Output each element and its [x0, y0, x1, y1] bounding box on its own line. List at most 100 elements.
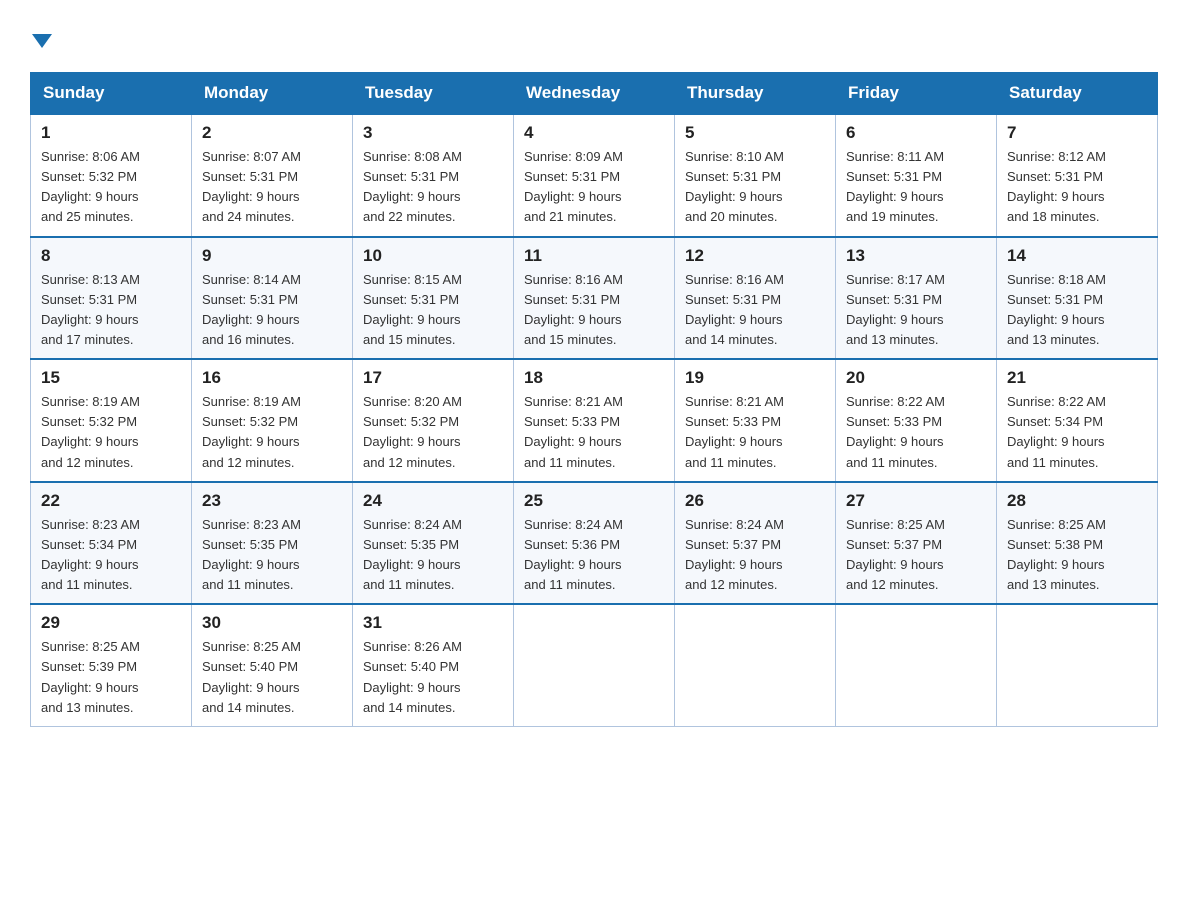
day-info: Sunrise: 8:25 AMSunset: 5:38 PMDaylight:…	[1007, 515, 1147, 596]
calendar-cell: 4 Sunrise: 8:09 AMSunset: 5:31 PMDaylight…	[514, 114, 675, 237]
day-info: Sunrise: 8:22 AMSunset: 5:33 PMDaylight:…	[846, 392, 986, 473]
day-info: Sunrise: 8:21 AMSunset: 5:33 PMDaylight:…	[685, 392, 825, 473]
day-info: Sunrise: 8:09 AMSunset: 5:31 PMDaylight:…	[524, 147, 664, 228]
day-number: 22	[41, 491, 181, 511]
day-number: 20	[846, 368, 986, 388]
day-number: 12	[685, 246, 825, 266]
calendar-cell: 17Sunrise: 8:20 AMSunset: 5:32 PMDayligh…	[353, 359, 514, 482]
calendar-cell: 6 Sunrise: 8:11 AMSunset: 5:31 PMDaylight…	[836, 114, 997, 237]
col-monday: Monday	[192, 73, 353, 115]
day-info: Sunrise: 8:22 AMSunset: 5:34 PMDaylight:…	[1007, 392, 1147, 473]
day-number: 4	[524, 123, 664, 143]
day-info: Sunrise: 8:11 AMSunset: 5:31 PMDaylight:…	[846, 147, 986, 228]
calendar-cell: 28 Sunrise: 8:25 AMSunset: 5:38 PMDayligh…	[997, 482, 1158, 605]
calendar-week-row-3: 15 Sunrise: 8:19 AMSunset: 5:32 PMDayligh…	[31, 359, 1158, 482]
day-info: Sunrise: 8:16 AMSunset: 5:31 PMDaylight:…	[524, 270, 664, 351]
day-info: Sunrise: 8:23 AMSunset: 5:35 PMDaylight:…	[202, 515, 342, 596]
logo-triangle-icon	[32, 34, 52, 48]
calendar-header-row: Sunday Monday Tuesday Wednesday Thursday…	[31, 73, 1158, 115]
calendar-week-row-5: 29Sunrise: 8:25 AMSunset: 5:39 PMDayligh…	[31, 604, 1158, 726]
day-number: 27	[846, 491, 986, 511]
calendar-cell: 23 Sunrise: 8:23 AMSunset: 5:35 PMDayligh…	[192, 482, 353, 605]
day-info: Sunrise: 8:25 AMSunset: 5:40 PMDaylight:…	[202, 637, 342, 718]
col-thursday: Thursday	[675, 73, 836, 115]
day-info: Sunrise: 8:12 AMSunset: 5:31 PMDaylight:…	[1007, 147, 1147, 228]
calendar-cell: 8Sunrise: 8:13 AMSunset: 5:31 PMDaylight…	[31, 237, 192, 360]
calendar-cell: 15 Sunrise: 8:19 AMSunset: 5:32 PMDayligh…	[31, 359, 192, 482]
calendar-cell: 14 Sunrise: 8:18 AMSunset: 5:31 PMDayligh…	[997, 237, 1158, 360]
calendar-cell: 11 Sunrise: 8:16 AMSunset: 5:31 PMDayligh…	[514, 237, 675, 360]
day-number: 26	[685, 491, 825, 511]
day-info: Sunrise: 8:15 AMSunset: 5:31 PMDaylight:…	[363, 270, 503, 351]
calendar-cell: 9 Sunrise: 8:14 AMSunset: 5:31 PMDaylight…	[192, 237, 353, 360]
calendar-cell: 19 Sunrise: 8:21 AMSunset: 5:33 PMDayligh…	[675, 359, 836, 482]
page-header	[30, 20, 1158, 54]
day-number: 30	[202, 613, 342, 633]
calendar-cell: 1Sunrise: 8:06 AMSunset: 5:32 PMDaylight…	[31, 114, 192, 237]
calendar-cell: 7 Sunrise: 8:12 AMSunset: 5:31 PMDaylight…	[997, 114, 1158, 237]
day-info: Sunrise: 8:26 AMSunset: 5:40 PMDaylight:…	[363, 637, 503, 718]
calendar-cell	[514, 604, 675, 726]
calendar-cell: 31 Sunrise: 8:26 AMSunset: 5:40 PMDayligh…	[353, 604, 514, 726]
day-info: Sunrise: 8:25 AMSunset: 5:39 PMDaylight:…	[41, 637, 181, 718]
col-friday: Friday	[836, 73, 997, 115]
day-info: Sunrise: 8:17 AMSunset: 5:31 PMDaylight:…	[846, 270, 986, 351]
day-number: 18	[524, 368, 664, 388]
day-number: 17	[363, 368, 503, 388]
day-number: 14	[1007, 246, 1147, 266]
day-number: 11	[524, 246, 664, 266]
day-number: 25	[524, 491, 664, 511]
day-number: 6	[846, 123, 986, 143]
day-number: 24	[363, 491, 503, 511]
day-number: 19	[685, 368, 825, 388]
day-info: Sunrise: 8:18 AMSunset: 5:31 PMDaylight:…	[1007, 270, 1147, 351]
calendar-week-row-2: 8Sunrise: 8:13 AMSunset: 5:31 PMDaylight…	[31, 237, 1158, 360]
day-info: Sunrise: 8:19 AMSunset: 5:32 PMDaylight:…	[41, 392, 181, 473]
calendar-cell: 24 Sunrise: 8:24 AMSunset: 5:35 PMDayligh…	[353, 482, 514, 605]
day-number: 31	[363, 613, 503, 633]
day-info: Sunrise: 8:19 AMSunset: 5:32 PMDaylight:…	[202, 392, 342, 473]
day-number: 23	[202, 491, 342, 511]
day-info: Sunrise: 8:24 AMSunset: 5:37 PMDaylight:…	[685, 515, 825, 596]
day-number: 5	[685, 123, 825, 143]
day-number: 10	[363, 246, 503, 266]
day-number: 16	[202, 368, 342, 388]
day-info: Sunrise: 8:21 AMSunset: 5:33 PMDaylight:…	[524, 392, 664, 473]
calendar-cell: 21 Sunrise: 8:22 AMSunset: 5:34 PMDayligh…	[997, 359, 1158, 482]
day-info: Sunrise: 8:24 AMSunset: 5:36 PMDaylight:…	[524, 515, 664, 596]
day-info: Sunrise: 8:23 AMSunset: 5:34 PMDaylight:…	[41, 515, 181, 596]
calendar-cell: 5 Sunrise: 8:10 AMSunset: 5:31 PMDaylight…	[675, 114, 836, 237]
day-info: Sunrise: 8:16 AMSunset: 5:31 PMDaylight:…	[685, 270, 825, 351]
day-info: Sunrise: 8:14 AMSunset: 5:31 PMDaylight:…	[202, 270, 342, 351]
calendar-cell: 2 Sunrise: 8:07 AMSunset: 5:31 PMDaylight…	[192, 114, 353, 237]
col-tuesday: Tuesday	[353, 73, 514, 115]
calendar-cell: 18 Sunrise: 8:21 AMSunset: 5:33 PMDayligh…	[514, 359, 675, 482]
col-saturday: Saturday	[997, 73, 1158, 115]
day-info: Sunrise: 8:25 AMSunset: 5:37 PMDaylight:…	[846, 515, 986, 596]
calendar-week-row-4: 22 Sunrise: 8:23 AMSunset: 5:34 PMDayligh…	[31, 482, 1158, 605]
day-number: 3	[363, 123, 503, 143]
day-info: Sunrise: 8:07 AMSunset: 5:31 PMDaylight:…	[202, 147, 342, 228]
day-info: Sunrise: 8:06 AMSunset: 5:32 PMDaylight:…	[41, 147, 181, 228]
calendar-cell: 27 Sunrise: 8:25 AMSunset: 5:37 PMDayligh…	[836, 482, 997, 605]
day-number: 28	[1007, 491, 1147, 511]
calendar-cell	[836, 604, 997, 726]
calendar-cell: 12 Sunrise: 8:16 AMSunset: 5:31 PMDayligh…	[675, 237, 836, 360]
logo	[30, 20, 52, 54]
day-number: 8	[41, 246, 181, 266]
day-number: 21	[1007, 368, 1147, 388]
calendar-cell: 10 Sunrise: 8:15 AMSunset: 5:31 PMDayligh…	[353, 237, 514, 360]
calendar-cell: 25 Sunrise: 8:24 AMSunset: 5:36 PMDayligh…	[514, 482, 675, 605]
calendar-cell: 29Sunrise: 8:25 AMSunset: 5:39 PMDayligh…	[31, 604, 192, 726]
day-info: Sunrise: 8:24 AMSunset: 5:35 PMDaylight:…	[363, 515, 503, 596]
day-info: Sunrise: 8:10 AMSunset: 5:31 PMDaylight:…	[685, 147, 825, 228]
day-info: Sunrise: 8:08 AMSunset: 5:31 PMDaylight:…	[363, 147, 503, 228]
calendar-cell: 3 Sunrise: 8:08 AMSunset: 5:31 PMDaylight…	[353, 114, 514, 237]
calendar-cell	[675, 604, 836, 726]
day-number: 15	[41, 368, 181, 388]
calendar-table: Sunday Monday Tuesday Wednesday Thursday…	[30, 72, 1158, 727]
logo-general-row	[30, 26, 52, 54]
day-number: 7	[1007, 123, 1147, 143]
day-number: 9	[202, 246, 342, 266]
day-number: 2	[202, 123, 342, 143]
